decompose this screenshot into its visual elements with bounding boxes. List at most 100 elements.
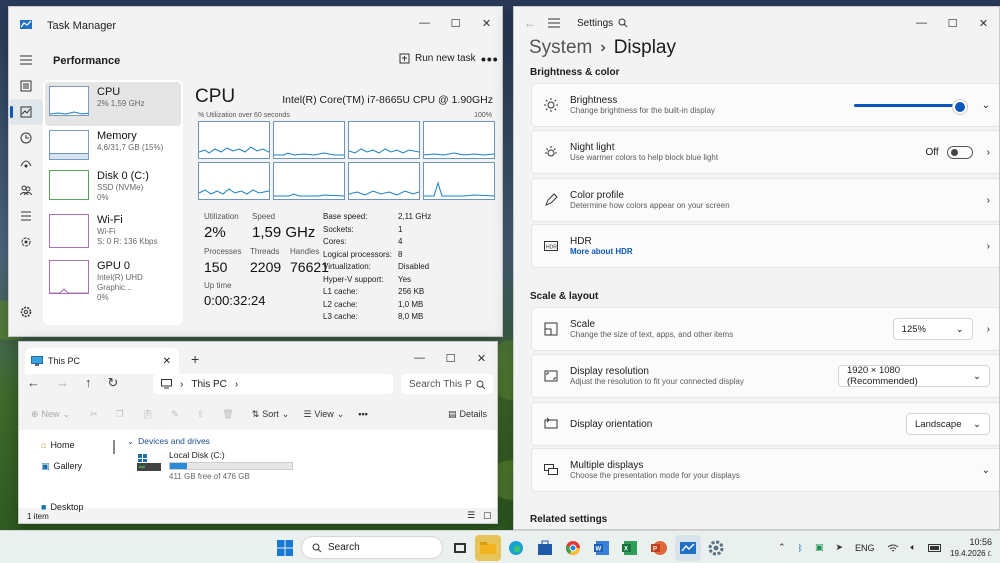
task-manager-taskbar-icon[interactable] [675, 535, 701, 561]
refresh-icon[interactable]: ↻ [108, 375, 119, 391]
file-explorer-window: This PC ✕ + — ☐ ✕ ← → ↑ ↻ › This PC › Se… [18, 341, 498, 524]
view-button[interactable]: ☰ View ⌄ [303, 409, 344, 420]
photos-tray-icon[interactable]: ▣ [815, 542, 824, 553]
forward-arrow-icon[interactable]: → [56, 375, 69, 391]
share-icon[interactable]: ⇪ [197, 409, 205, 420]
multiple-displays-setting[interactable]: Multiple displays Choose the presentation… [531, 448, 999, 492]
address-bar[interactable]: › This PC › [153, 374, 393, 394]
delete-icon[interactable]: 🗑︎ [222, 409, 233, 420]
minimize-icon[interactable]: — [906, 7, 937, 39]
gpu-thumbnail [49, 260, 89, 294]
clock[interactable]: 10:56 19.4.2026 г. [948, 531, 992, 563]
search-icon[interactable] [618, 18, 628, 28]
close-icon[interactable]: ✕ [968, 7, 999, 39]
file-explorer-taskbar-icon[interactable] [475, 535, 501, 561]
hamburger-menu-icon[interactable] [548, 18, 560, 28]
taskbar-search[interactable]: Search [301, 536, 443, 559]
users-icon[interactable] [9, 177, 43, 203]
performance-icon[interactable] [9, 99, 43, 125]
language-indicator[interactable]: ENG [855, 543, 875, 553]
start-button[interactable] [272, 535, 298, 561]
hdr-setting[interactable]: HDR HDR More about HDR › [531, 224, 999, 268]
new-tab-icon[interactable]: + [191, 351, 199, 367]
resource-disk[interactable]: Disk 0 (C:) SSD (NVMe) 0% [45, 166, 181, 210]
store-icon[interactable] [532, 535, 558, 561]
settings-taskbar-icon[interactable] [703, 535, 729, 561]
copy-icon[interactable]: ❐ [116, 409, 124, 420]
toggle-state: Off [925, 146, 939, 158]
word-icon[interactable]: W [589, 535, 615, 561]
sort-button[interactable]: ⇅ Sort ⌄ [252, 409, 290, 420]
processes-icon[interactable] [9, 73, 43, 99]
rename-icon[interactable]: ✎ [171, 409, 179, 420]
nav-item-desktop[interactable]: ■ Desktop [41, 502, 83, 512]
detail-row: Logical processors: 8 [323, 249, 403, 259]
bluetooth-icon[interactable]: ᛒ [798, 543, 803, 553]
edge-browser-icon[interactable] [503, 535, 529, 561]
more-options-button[interactable]: ••• [358, 409, 367, 419]
chevron-up-icon[interactable]: ⌃ [778, 542, 786, 553]
view-icon: ☰ [303, 408, 312, 419]
color-profile-setting[interactable]: Color profile Determine how colors appear… [531, 178, 999, 222]
more-options-button[interactable]: ••• [481, 51, 499, 67]
resource-gpu[interactable]: GPU 0 Intel(R) UHD Graphic... 0% [45, 256, 181, 304]
new-button[interactable]: ⊕ New ⌄ [31, 409, 70, 420]
volume-icon[interactable]: 🔈︎ [911, 542, 916, 553]
nav-scrollbar[interactable] [113, 440, 115, 454]
scale-dropdown[interactable]: 125% ⌄ [892, 318, 973, 340]
hdr-link[interactable]: More about HDR [570, 247, 987, 256]
close-icon[interactable]: ✕ [471, 7, 502, 39]
setting-desc: Use warmer colors to help block blue lig… [570, 153, 719, 162]
orientation-dropdown[interactable]: Landscape ⌄ [906, 413, 990, 435]
close-tab-icon[interactable]: ✕ [163, 356, 179, 367]
services-icon[interactable] [9, 229, 43, 255]
chevron-down-icon[interactable]: ⌄ [982, 100, 990, 111]
close-icon[interactable]: ✕ [466, 342, 497, 374]
brightness-slider[interactable] [853, 99, 967, 114]
drive-item[interactable]: Local Disk (C:) 411 GB free of 476 GB [135, 450, 305, 484]
minimize-icon[interactable]: — [409, 7, 440, 39]
search-box[interactable]: Search This P [401, 374, 493, 394]
explorer-content: ⌂ Home ▣ Gallery ■ Desktop ⌄ Devices and dri… [19, 430, 497, 512]
chrome-icon[interactable] [560, 535, 586, 561]
details-icon[interactable] [9, 203, 43, 229]
chevron-right-icon[interactable]: › [987, 324, 990, 335]
minimize-icon[interactable]: — [404, 342, 435, 374]
hamburger-menu-icon[interactable] [9, 47, 43, 73]
tab-this-pc[interactable]: This PC ✕ [25, 348, 179, 374]
cut-icon[interactable]: ✂ [90, 409, 98, 420]
task-view-icon[interactable] [447, 535, 473, 561]
battery-icon[interactable] [927, 543, 942, 552]
group-header[interactable]: ⌄ Devices and drives [127, 436, 210, 447]
run-new-task-button[interactable]: Run new task [399, 53, 476, 64]
powerpoint-icon[interactable]: P [646, 535, 672, 561]
resolution-dropdown[interactable]: 1920 × 1080 (Recommended) ⌄ [838, 365, 990, 387]
startup-apps-icon[interactable] [9, 151, 43, 177]
nav-item-home[interactable]: ⌂ Home [41, 440, 74, 450]
drive-usage-fill [170, 463, 187, 469]
tiles-view-icon[interactable]: ▢ [483, 510, 492, 521]
resource-cpu[interactable]: CPU 2% 1,59 GHz [45, 82, 181, 126]
send-icon[interactable]: ➤ [835, 542, 843, 553]
settings-gear-icon[interactable] [9, 299, 43, 325]
maximize-icon[interactable]: ☐ [435, 342, 466, 374]
night-light-setting[interactable]: Night light Use warmer colors to help blo… [531, 130, 999, 174]
maximize-icon[interactable]: ☐ [937, 7, 968, 39]
wifi-icon[interactable] [887, 543, 899, 553]
back-arrow-icon[interactable]: ← [27, 375, 40, 391]
paste-icon[interactable]: 📋︎ [142, 409, 153, 420]
up-arrow-icon[interactable]: ↑ [85, 375, 92, 391]
excel-icon[interactable]: X [617, 535, 643, 561]
list-view-icon[interactable]: ☰ [467, 510, 475, 521]
details-button[interactable]: ▤ Details [448, 409, 487, 420]
breadcrumb-parent[interactable]: System [529, 37, 592, 59]
cpu-core-graphs [198, 121, 495, 200]
maximize-icon[interactable]: ☐ [440, 7, 471, 39]
app-history-icon[interactable] [9, 125, 43, 151]
back-arrow-icon[interactable]: ← [524, 16, 536, 30]
cpu-thumbnail [49, 86, 89, 116]
night-light-toggle[interactable] [946, 145, 973, 159]
resource-wifi[interactable]: Wi-Fi Wi-Fi S: 0 R: 136 Kbps [45, 210, 181, 254]
nav-item-gallery[interactable]: ▣ Gallery [41, 461, 82, 472]
resource-memory[interactable]: Memory 4,6/31,7 GB (15%) [45, 126, 181, 170]
